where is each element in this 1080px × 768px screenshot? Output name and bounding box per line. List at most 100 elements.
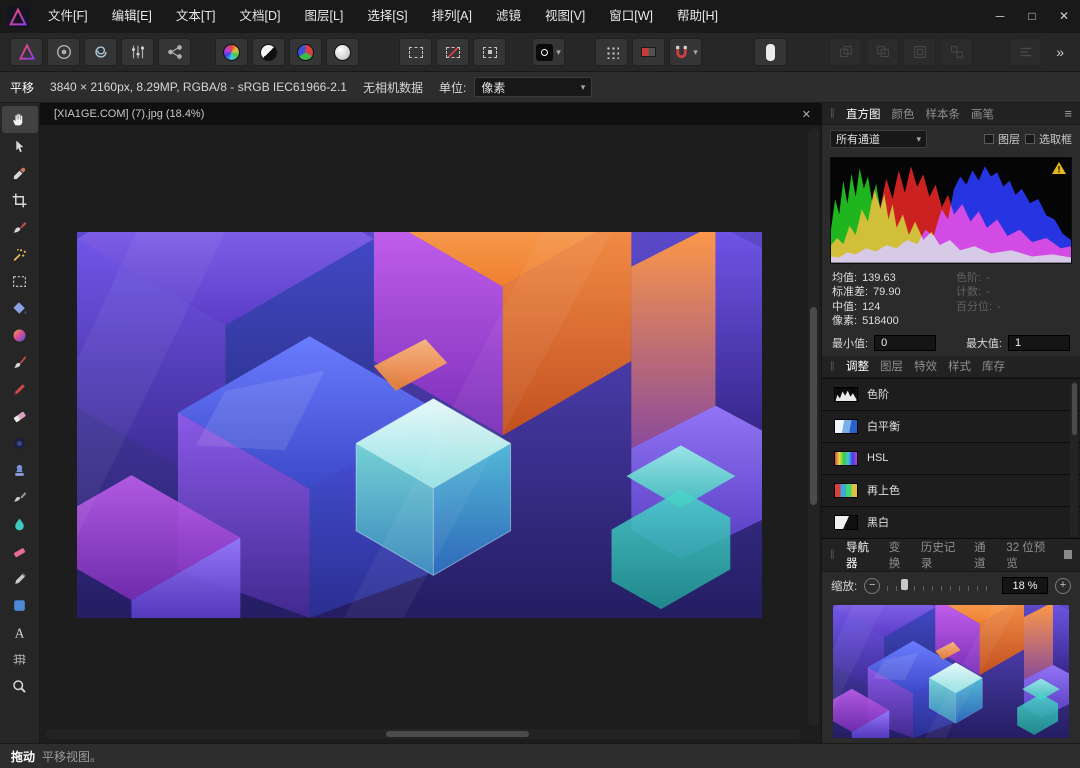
selection-new-button[interactable] bbox=[399, 38, 432, 66]
zoom-in-button[interactable]: + bbox=[1055, 578, 1071, 594]
clipboard-button[interactable] bbox=[754, 38, 787, 66]
document-tab[interactable]: [XIA1GE.COM] (7).jpg (18.4%) ✕ bbox=[40, 103, 821, 125]
photo-persona-button[interactable] bbox=[10, 38, 43, 66]
zoom-out-button[interactable]: − bbox=[864, 578, 880, 594]
zoom-value-input[interactable]: 18 % bbox=[1002, 577, 1048, 594]
unit-select[interactable]: 像素 ▾ bbox=[474, 77, 592, 97]
selection-subtract-button[interactable] bbox=[436, 38, 469, 66]
selection-brush-tool[interactable] bbox=[2, 214, 38, 241]
tab-layers[interactable]: 图层 bbox=[880, 358, 903, 374]
vertical-scrollbar-thumb[interactable] bbox=[810, 307, 817, 504]
vertical-scrollbar[interactable] bbox=[808, 128, 819, 726]
adjustment-levels[interactable]: 色阶 bbox=[822, 379, 1080, 411]
text-tool[interactable]: A bbox=[2, 619, 38, 646]
adjustment-black-white[interactable]: 黑白 bbox=[822, 507, 1080, 539]
menu-edit[interactable]: 编辑[E] bbox=[100, 0, 164, 33]
channel-select[interactable]: 所有通道 ▾ bbox=[830, 130, 927, 148]
tab-histogram[interactable]: 直方图 bbox=[846, 106, 881, 122]
paint-brush-tool[interactable] bbox=[2, 349, 38, 376]
crop-tool[interactable] bbox=[2, 187, 38, 214]
mesh-warp-tool[interactable] bbox=[2, 646, 38, 673]
export-persona-button[interactable] bbox=[158, 38, 191, 66]
eraser-tool[interactable] bbox=[2, 403, 38, 430]
auto-white-balance-button[interactable] bbox=[326, 38, 359, 66]
smudge-brush-tool[interactable] bbox=[2, 484, 38, 511]
zoom-slider-thumb[interactable] bbox=[901, 579, 908, 590]
tab-navigator[interactable]: 导航器 bbox=[846, 539, 878, 571]
horizontal-scrollbar[interactable] bbox=[46, 729, 801, 739]
zoom-tool[interactable] bbox=[2, 673, 38, 700]
pixel-tool[interactable] bbox=[2, 376, 38, 403]
adjustment-white-balance[interactable]: 白平衡 bbox=[822, 411, 1080, 443]
toolbar-overflow-button[interactable]: » bbox=[1056, 44, 1064, 60]
snapping-button[interactable]: ▾ bbox=[669, 38, 702, 66]
menu-filter[interactable]: 滤镜 bbox=[484, 0, 533, 33]
tab-brushes[interactable]: 画笔 bbox=[971, 106, 994, 122]
adjustment-recolor[interactable]: 再上色 bbox=[822, 475, 1080, 507]
tab-color[interactable]: 颜色 bbox=[892, 106, 915, 122]
gradient-tool[interactable] bbox=[2, 322, 38, 349]
canvas-viewport[interactable] bbox=[40, 125, 821, 743]
menu-document[interactable]: 文档[D] bbox=[227, 0, 292, 33]
shape-tool[interactable] bbox=[2, 592, 38, 619]
menu-select[interactable]: 选择[S] bbox=[355, 0, 419, 33]
menu-view[interactable]: 视图[V] bbox=[533, 0, 597, 33]
marquee-tool[interactable] bbox=[2, 268, 38, 295]
panel-grip-icon[interactable]: ∥ bbox=[830, 549, 835, 560]
flood-fill-tool[interactable] bbox=[2, 295, 38, 322]
assistant-button[interactable]: ▾ bbox=[532, 38, 565, 66]
auto-color-button[interactable] bbox=[289, 38, 322, 66]
move-tool[interactable] bbox=[2, 133, 38, 160]
dodge-brush-tool[interactable] bbox=[2, 430, 38, 457]
tab-adjustments[interactable]: 调整 bbox=[846, 358, 869, 374]
tab-swatches[interactable]: 样本条 bbox=[926, 106, 961, 122]
document-close-icon[interactable]: ✕ bbox=[802, 108, 811, 121]
clipping-warning-icon[interactable]: ! bbox=[1051, 161, 1067, 175]
menu-help[interactable]: 帮助[H] bbox=[665, 0, 730, 33]
menu-layer[interactable]: 图层[L] bbox=[292, 0, 355, 33]
menu-window[interactable]: 窗口[W] bbox=[597, 0, 665, 33]
tab-styles[interactable]: 样式 bbox=[948, 358, 971, 374]
pen-tool[interactable] bbox=[2, 565, 38, 592]
panel-square-icon[interactable] bbox=[1064, 550, 1072, 559]
develop-persona-button[interactable] bbox=[84, 38, 117, 66]
tab-transform[interactable]: 变换 bbox=[889, 539, 910, 571]
menu-text[interactable]: 文本[T] bbox=[164, 0, 228, 33]
minimize-button[interactable]: ─ bbox=[984, 0, 1016, 33]
tab-32bit-preview[interactable]: 32 位预览 bbox=[1006, 539, 1052, 571]
selection-intersect-button[interactable] bbox=[473, 38, 506, 66]
tone-mapping-persona-button[interactable] bbox=[121, 38, 154, 66]
panel-grip-icon[interactable]: ∥ bbox=[830, 108, 835, 119]
zoom-slider[interactable] bbox=[887, 579, 995, 592]
adjustments-scrollbar-thumb[interactable] bbox=[1072, 383, 1077, 435]
tab-effects[interactable]: 特效 bbox=[914, 358, 937, 374]
tab-stock[interactable]: 库存 bbox=[982, 358, 1005, 374]
horizontal-scrollbar-thumb[interactable] bbox=[386, 731, 529, 737]
layer-checkbox[interactable] bbox=[984, 134, 994, 144]
adjustments-scrollbar[interactable] bbox=[1070, 381, 1078, 537]
adjustment-hsl[interactable]: HSL bbox=[822, 443, 1080, 475]
tab-history[interactable]: 历史记录 bbox=[921, 539, 963, 571]
close-button[interactable]: ✕ bbox=[1048, 0, 1080, 33]
blur-brush-tool[interactable] bbox=[2, 511, 38, 538]
clone-brush-tool[interactable] bbox=[2, 457, 38, 484]
burn-brush-tool[interactable] bbox=[2, 538, 38, 565]
min-value-input[interactable]: 0 bbox=[874, 335, 936, 351]
color-picker-tool[interactable] bbox=[2, 160, 38, 187]
pixel-grid-button[interactable] bbox=[595, 38, 628, 66]
menu-file[interactable]: 文件[F] bbox=[36, 0, 100, 33]
tab-channels[interactable]: 通道 bbox=[974, 539, 995, 571]
panel-menu-icon[interactable]: ≡ bbox=[1064, 106, 1072, 121]
maximize-button[interactable]: □ bbox=[1016, 0, 1048, 33]
menu-arrange[interactable]: 排列[A] bbox=[420, 0, 484, 33]
panel-grip-icon[interactable]: ∥ bbox=[830, 361, 835, 372]
flood-select-tool[interactable] bbox=[2, 241, 38, 268]
force-pixel-alignment-button[interactable] bbox=[632, 38, 665, 66]
auto-contrast-button[interactable] bbox=[252, 38, 285, 66]
pan-tool[interactable] bbox=[2, 106, 38, 133]
marquee-checkbox[interactable] bbox=[1025, 134, 1035, 144]
liquify-persona-button[interactable] bbox=[47, 38, 80, 66]
max-value-input[interactable]: 1 bbox=[1008, 335, 1070, 351]
auto-levels-button[interactable] bbox=[215, 38, 248, 66]
navigator-preview[interactable] bbox=[822, 600, 1080, 743]
